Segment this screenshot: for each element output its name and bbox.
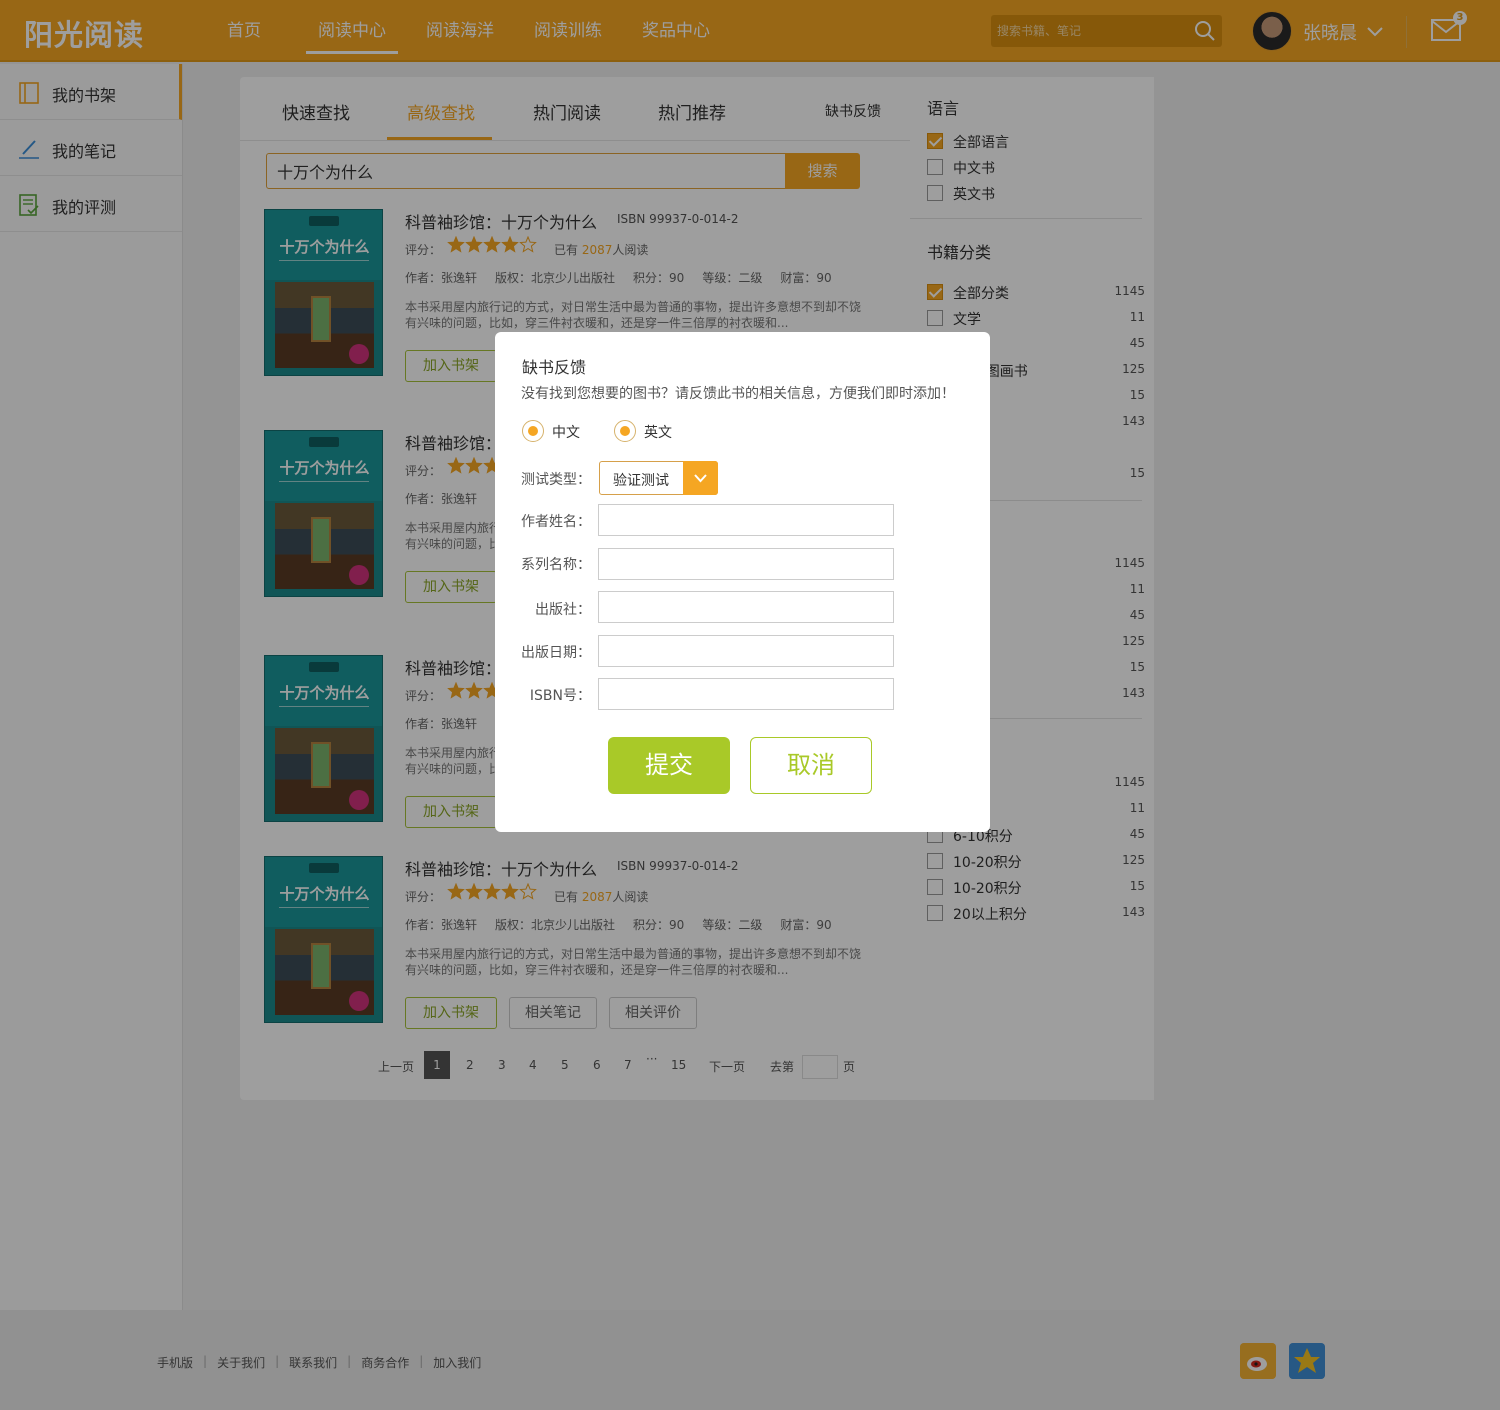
dialog-title: 缺书反馈 bbox=[522, 358, 587, 377]
radio-label: 英文 bbox=[644, 425, 672, 441]
publish-date-input[interactable] bbox=[598, 635, 894, 667]
series-name-label: 系列名称： bbox=[521, 557, 591, 573]
cancel-button[interactable]: 取消 bbox=[750, 737, 872, 794]
radio-button[interactable] bbox=[614, 420, 636, 442]
author-name-input[interactable] bbox=[598, 504, 894, 536]
isbn-label: ISBN号： bbox=[529, 688, 591, 704]
missing-book-feedback-dialog: 缺书反馈 没有找到您想要的图书？请反馈此书的相关信息，方便我们即时添加！ 中文 … bbox=[495, 332, 990, 832]
submit-button[interactable]: 提交 bbox=[608, 737, 730, 794]
publisher-input[interactable] bbox=[598, 591, 894, 623]
test-type-value: 验证测试 bbox=[613, 473, 669, 489]
isbn-input[interactable] bbox=[598, 678, 894, 710]
test-type-select[interactable]: 验证测试 bbox=[599, 461, 718, 495]
radio-label: 中文 bbox=[552, 425, 580, 441]
chevron-down-icon bbox=[694, 474, 707, 483]
dropdown-toggle[interactable] bbox=[683, 461, 718, 495]
author-name-label: 作者姓名： bbox=[521, 514, 591, 530]
series-name-input[interactable] bbox=[598, 548, 894, 580]
publish-date-label: 出版日期： bbox=[521, 645, 591, 661]
test-type-label: 测试类型： bbox=[521, 472, 591, 488]
publisher-label: 出版社： bbox=[535, 602, 591, 618]
dialog-subtitle: 没有找到您想要的图书？请反馈此书的相关信息，方便我们即时添加！ bbox=[521, 386, 955, 402]
radio-button[interactable] bbox=[522, 420, 544, 442]
